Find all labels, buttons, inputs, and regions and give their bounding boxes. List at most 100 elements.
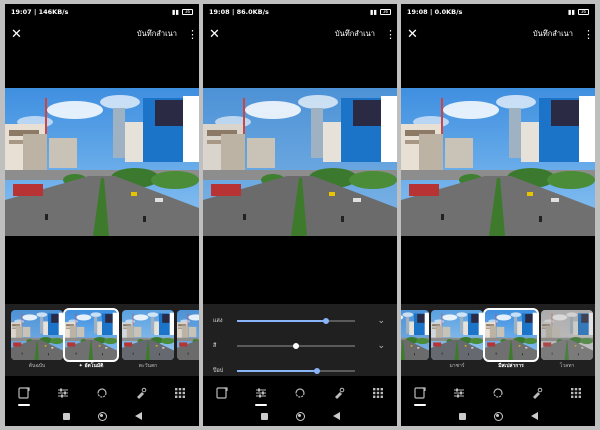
filter-preview-image — [177, 310, 199, 360]
filter-label: โวลทา — [559, 363, 575, 369]
crop-rotate-icon[interactable] — [289, 382, 311, 404]
close-icon[interactable]: ✕ — [11, 28, 25, 41]
filter-thumb[interactable]: โวลทา — [541, 310, 593, 370]
photo-preview[interactable] — [5, 88, 199, 236]
slider-label: ป๊อป — [213, 368, 224, 374]
status-bar: 19:08 | 86.0KB/s ▮▮ 36 — [203, 4, 397, 20]
filter-thumb[interactable]: พ — [177, 310, 199, 370]
slider-handle[interactable] — [322, 318, 329, 324]
filter-label: อัตโนมัติ — [84, 363, 104, 369]
filter-strip[interactable]: มาซาร์ มีสเปล่าการ โวลทา — [401, 308, 595, 370]
chevron-down-icon[interactable]: ⌄ — [377, 339, 385, 353]
filter-label: มีสเปล่าการ — [498, 363, 524, 369]
slider-track[interactable] — [237, 343, 355, 349]
slider-label: สี — [213, 343, 217, 349]
filter-thumb[interactable] — [401, 310, 429, 362]
editor-top-bar: ✕ บันทึกสำเนา ⋮ — [401, 22, 595, 46]
markup-icon[interactable] — [130, 382, 152, 404]
photo-preview[interactable] — [401, 88, 595, 236]
phone-screen: 19:08 | 86.0KB/s ▮▮ 36 ✕ บันทึกสำเนา ⋮ แ… — [203, 4, 397, 426]
close-icon[interactable]: ✕ — [209, 28, 223, 41]
markup-icon[interactable] — [328, 382, 350, 404]
filter-thumb[interactable]: มาซาร์ — [431, 310, 483, 370]
more-vert-icon[interactable]: ⋮ — [583, 29, 594, 40]
slider-fill — [237, 370, 318, 372]
slider-row: สี ⌄ — [203, 339, 397, 353]
back-triangle-icon[interactable] — [332, 412, 340, 420]
filter-label: มาซาร์ — [449, 363, 465, 369]
filter-preview-image — [401, 310, 429, 360]
adjust-sliders-icon[interactable] — [250, 382, 272, 406]
system-nav-bar — [401, 406, 595, 426]
adjust-sliders-icon[interactable] — [448, 382, 470, 404]
phone-screen: 19:08 | 0.0KB/s ▮▮ 36 ✕ บันทึกสำเนา ⋮ มา… — [401, 4, 595, 426]
adjust-sliders-icon[interactable] — [52, 382, 74, 404]
filter-preview-image — [122, 310, 174, 360]
more-vert-icon[interactable]: ⋮ — [187, 29, 198, 40]
battery-icon: 36 — [380, 9, 391, 15]
filter-thumb[interactable]: ตะวันตก — [122, 310, 174, 370]
suggestions-icon[interactable] — [13, 382, 35, 406]
more-vert-icon[interactable]: ⋮ — [385, 29, 396, 40]
phone-screen: 19:07 | 146KB/s ▮▮ 36 ✕ บันทึกสำเนา ⋮ ต้… — [5, 4, 199, 426]
system-nav-bar — [203, 406, 397, 426]
crop-rotate-icon[interactable] — [487, 382, 509, 404]
status-time: 19:07 — [11, 8, 32, 16]
editor-top-bar: ✕ บันทึกสำเนา ⋮ — [5, 22, 199, 46]
status-time: 19:08 — [407, 8, 428, 16]
slider-handle[interactable] — [293, 343, 299, 349]
slider-track[interactable] — [237, 318, 355, 324]
signal-icon: ▮▮ — [567, 8, 575, 16]
tool-bar — [203, 380, 397, 406]
recents-square-icon[interactable] — [260, 412, 268, 420]
editor-top-bar: ✕ บันทึกสำเนา ⋮ — [203, 22, 397, 46]
back-triangle-icon[interactable] — [530, 412, 538, 420]
close-icon[interactable]: ✕ — [407, 28, 421, 41]
markup-icon[interactable] — [526, 382, 548, 404]
filter-preview-image — [431, 310, 483, 360]
slider-handle[interactable] — [314, 368, 321, 374]
status-icons: ▮▮ 36 — [370, 8, 391, 16]
more-tools-icon[interactable] — [367, 382, 389, 404]
filter-thumb[interactable]: ✦ อัตโนมัติ — [63, 308, 119, 370]
filter-thumb[interactable]: มีสเปล่าการ — [483, 308, 539, 370]
status-speed: 146KB/s — [38, 8, 69, 16]
suggestions-icon[interactable] — [409, 382, 431, 406]
save-copy-button[interactable]: บันทึกสำเนา — [137, 28, 177, 40]
suggestions-icon[interactable] — [211, 382, 233, 404]
recents-square-icon[interactable] — [62, 412, 70, 420]
tool-bar — [5, 380, 199, 406]
more-tools-icon[interactable] — [169, 382, 191, 404]
status-bar: 19:08 | 0.0KB/s ▮▮ 36 — [401, 4, 595, 20]
slider-track[interactable] — [237, 368, 355, 374]
slider-label: แสง — [213, 318, 223, 324]
filter-preview-image — [483, 308, 539, 362]
edit-panel: แสง ⌄ สี ⌄ ป๊อป — [203, 304, 397, 376]
slider-row: แสง ⌄ — [203, 314, 397, 328]
filter-label: ต้นฉบับ — [28, 363, 46, 369]
status-speed: 0.0KB/s — [434, 8, 463, 16]
back-triangle-icon[interactable] — [134, 412, 142, 420]
filter-preview-image — [63, 308, 119, 362]
slider-fill — [237, 320, 326, 322]
crop-rotate-icon[interactable] — [91, 382, 113, 404]
more-tools-icon[interactable] — [565, 382, 587, 404]
filter-label: ตะวันตก — [138, 363, 158, 369]
recents-square-icon[interactable] — [458, 412, 466, 420]
filter-thumb[interactable]: ต้นฉบับ — [11, 310, 63, 370]
home-circle-icon[interactable] — [493, 411, 503, 421]
home-circle-icon[interactable] — [295, 411, 305, 421]
battery-icon: 36 — [578, 9, 589, 15]
status-icons: ▮▮ 36 — [568, 8, 589, 16]
edit-panel: ต้นฉบับ ✦ อัตโนมัติ ตะวันตก — [5, 304, 199, 376]
photo-preview[interactable] — [203, 88, 397, 236]
home-circle-icon[interactable] — [97, 411, 107, 421]
signal-icon: ▮▮ — [171, 8, 179, 16]
system-nav-bar — [5, 406, 199, 426]
filter-preview-image — [541, 310, 593, 360]
save-copy-button[interactable]: บันทึกสำเนา — [533, 28, 573, 40]
save-copy-button[interactable]: บันทึกสำเนา — [335, 28, 375, 40]
filter-strip[interactable]: ต้นฉบับ ✦ อัตโนมัติ ตะวันตก — [5, 308, 199, 370]
battery-icon: 36 — [182, 9, 193, 15]
chevron-down-icon[interactable]: ⌄ — [377, 314, 385, 328]
